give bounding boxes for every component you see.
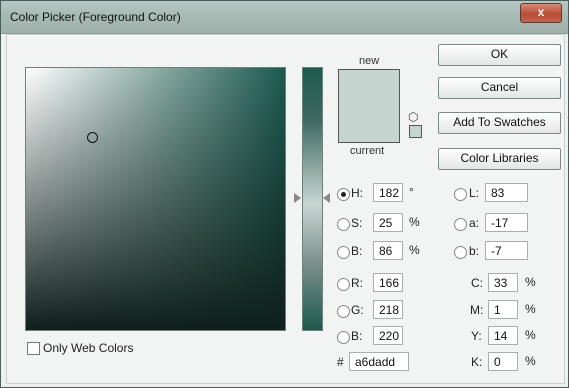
r-input[interactable]: 166 bbox=[373, 273, 403, 292]
label-r: R: bbox=[351, 276, 363, 290]
g-input[interactable]: 218 bbox=[373, 300, 403, 319]
new-label: new bbox=[359, 55, 380, 67]
label-hex: # bbox=[337, 355, 344, 369]
cancel-button[interactable]: Cancel bbox=[438, 77, 561, 99]
label-g: G: bbox=[351, 303, 364, 317]
b-lab-input[interactable]: -7 bbox=[485, 241, 528, 260]
m-input[interactable]: 1 bbox=[488, 300, 518, 319]
c-input[interactable]: 33 bbox=[488, 273, 518, 292]
h-input[interactable]: 182 bbox=[373, 183, 403, 202]
blue-input[interactable]: 220 bbox=[373, 326, 403, 345]
color-field[interactable] bbox=[25, 67, 286, 331]
hue-slider[interactable] bbox=[302, 67, 323, 331]
label-k: K: bbox=[471, 355, 483, 369]
label-h: H: bbox=[351, 186, 363, 200]
unit-h: ° bbox=[409, 185, 414, 199]
unit-y: % bbox=[525, 328, 536, 342]
unit-b: % bbox=[409, 243, 420, 257]
label-m: M: bbox=[470, 303, 484, 317]
label-c: C: bbox=[471, 276, 483, 290]
radio-a[interactable] bbox=[454, 218, 467, 231]
title-bar[interactable]: Color Picker (Foreground Color) x bbox=[1, 1, 568, 34]
radio-b-lab[interactable] bbox=[454, 246, 467, 259]
y-input[interactable]: 14 bbox=[488, 326, 518, 345]
radio-blue[interactable] bbox=[337, 331, 350, 344]
unit-m: % bbox=[525, 302, 536, 316]
label-blue: B: bbox=[351, 329, 363, 343]
radio-h[interactable] bbox=[337, 188, 350, 201]
b-input[interactable]: 86 bbox=[373, 241, 403, 260]
label-s: S: bbox=[351, 216, 363, 230]
unit-s: % bbox=[409, 215, 420, 229]
only-web-colors-checkbox[interactable] bbox=[27, 342, 40, 355]
cube-icon[interactable]: ⬡ bbox=[408, 110, 418, 124]
ok-button[interactable]: OK bbox=[438, 44, 561, 66]
color-libraries-button[interactable]: Color Libraries bbox=[438, 148, 561, 170]
a-input[interactable]: -17 bbox=[485, 213, 528, 232]
label-b: B: bbox=[351, 244, 363, 258]
radio-b[interactable] bbox=[337, 246, 350, 259]
s-input[interactable]: 25 bbox=[373, 213, 403, 232]
only-web-colors-label[interactable]: Only Web Colors bbox=[43, 341, 133, 355]
slider-arrow-right-icon[interactable] bbox=[294, 193, 301, 203]
radio-l[interactable] bbox=[454, 188, 467, 201]
add-to-swatches-button[interactable]: Add To Swatches bbox=[438, 112, 561, 134]
color-preview-swatch bbox=[338, 69, 400, 143]
label-l: L: bbox=[469, 186, 480, 200]
color-field-marker[interactable] bbox=[87, 132, 98, 143]
current-label: current bbox=[350, 145, 385, 157]
l-input[interactable]: 83 bbox=[485, 183, 528, 202]
unit-c: % bbox=[525, 275, 536, 289]
slider-arrow-left-icon[interactable] bbox=[323, 193, 330, 203]
unit-k: % bbox=[525, 354, 536, 368]
web-safe-swatch-icon[interactable] bbox=[409, 125, 422, 138]
dialog-body: new current ⬡ OK Cancel Add To Swatches … bbox=[6, 34, 565, 384]
close-button[interactable]: x bbox=[520, 3, 562, 23]
radio-g[interactable] bbox=[337, 305, 350, 318]
label-y: Y: bbox=[471, 329, 482, 343]
label-a: a: bbox=[469, 216, 480, 230]
k-input[interactable]: 0 bbox=[488, 352, 518, 371]
radio-s[interactable] bbox=[337, 218, 350, 231]
window-title: Color Picker (Foreground Color) bbox=[10, 10, 181, 24]
label-b-lab: b: bbox=[469, 244, 480, 258]
hex-input[interactable]: a6dadd bbox=[349, 352, 409, 371]
radio-r[interactable] bbox=[337, 278, 350, 291]
color-picker-window: Color Picker (Foreground Color) x new cu… bbox=[0, 0, 569, 388]
